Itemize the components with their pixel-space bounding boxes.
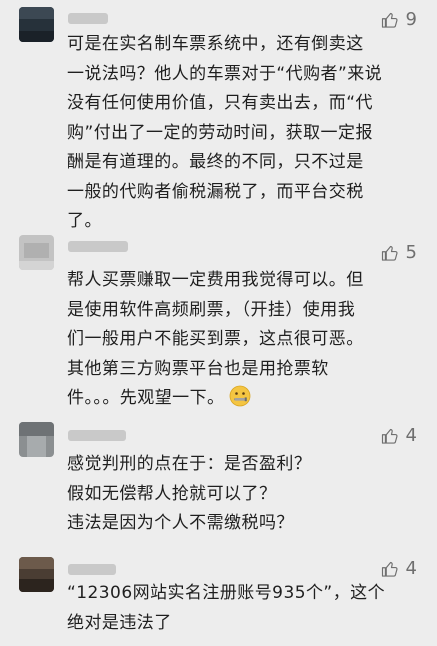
avatar-image xyxy=(19,7,54,42)
like-count: 9 xyxy=(405,9,417,30)
comment-line: 是使用软件高频刷票，（开挂）使用我 xyxy=(67,299,356,320)
comment-line: 一说法吗？他人的车票对于“代购者”来说 xyxy=(67,63,383,84)
comment-line: “12306网站实名注册账号935个”，这个 xyxy=(67,583,386,603)
comment-line: 违法是因为个人不需缴税吗？ xyxy=(67,513,294,533)
comment-text: “12306网站实名注册账号935个”，这个 绝对是违法了 xyxy=(67,579,417,638)
comment-line-text: 件。。。先观望一下。 xyxy=(67,388,225,408)
avatar-image xyxy=(19,235,54,270)
comment-text: 感觉判刑的点在于：是否盈利？ 假如无偿帮人抢就可以了？ 违法是因为个人不需缴税吗… xyxy=(67,450,417,539)
comment-line: 可是在实名制车票系统中，还有倒卖这 xyxy=(67,34,364,54)
comment-line: 没有任何使用价值，只有卖出去，而“代 xyxy=(67,93,373,113)
thumbs-up-icon xyxy=(381,428,398,444)
comment-line: 一般的代购者偷税漏税了，而平台交税 xyxy=(67,181,364,202)
avatar-image xyxy=(19,422,54,457)
comment-line: 假如无偿帮人抢就可以了？ xyxy=(67,483,277,504)
username-blurred[interactable] xyxy=(68,241,128,252)
comment-line: 帮人买票赚取一定费用我觉得可以。但 xyxy=(67,270,364,290)
like-count: 5 xyxy=(405,242,417,263)
username-blurred[interactable] xyxy=(68,564,116,575)
comment-text: 帮人买票赚取一定费用我觉得可以。但 是使用软件高频刷票，（开挂）使用我 们一般用… xyxy=(67,266,417,414)
comment-text: 可是在实名制车票系统中，还有倒卖这 一说法吗？他人的车票对于“代购者”来说 没有… xyxy=(67,30,417,237)
avatar[interactable] xyxy=(19,7,54,42)
comment-line: 其他第三方购票平台也是用抢票软 xyxy=(67,358,329,379)
avatar[interactable] xyxy=(19,422,54,457)
comment-2: 5 帮人买票赚取一定费用我觉得可以。但 是使用软件高频刷票，（开挂）使用我 们一… xyxy=(0,220,437,410)
zipper-mouth-emoji-icon xyxy=(229,385,251,407)
comment-3: 4 感觉判刑的点在于：是否盈利？ 假如无偿帮人抢就可以了？ 违法是因为个人不需缴… xyxy=(0,410,437,550)
thumbs-up-icon xyxy=(381,12,398,28)
like-button[interactable]: 9 xyxy=(380,9,417,31)
comment-line: 绝对是违法了 xyxy=(67,612,172,633)
thumbs-up-icon xyxy=(381,245,398,261)
like-button[interactable]: 4 xyxy=(380,425,417,447)
like-button[interactable]: 4 xyxy=(380,558,417,580)
avatar[interactable] xyxy=(19,557,54,592)
like-count: 4 xyxy=(405,425,417,446)
username-blurred[interactable] xyxy=(68,430,126,441)
comment-line: 酬是有道理的。最终的不同，只不过是 xyxy=(67,152,364,172)
comment-line: 感觉判刑的点在于：是否盈利？ xyxy=(67,454,312,474)
comment-1: 9 可是在实名制车票系统中，还有倒卖这 一说法吗？他人的车票对于“代购者”来说 … xyxy=(0,0,437,231)
comment-4: 4 “12306网站实名注册账号935个”，这个 绝对是违法了 xyxy=(0,550,437,646)
like-button[interactable]: 5 xyxy=(380,242,417,264)
comment-line: 们一般用户不能买到票，这点很可恶。 xyxy=(67,329,364,349)
comment-feed: 9 可是在实名制车票系统中，还有倒卖这 一说法吗？他人的车票对于“代购者”来说 … xyxy=(0,0,437,646)
avatar-image xyxy=(19,557,54,592)
like-count: 4 xyxy=(405,558,417,579)
comment-line: 购”付出了一定的劳动时间，获取一定报 xyxy=(67,122,373,143)
thumbs-up-icon xyxy=(381,561,398,577)
username-blurred[interactable] xyxy=(68,13,108,24)
avatar[interactable] xyxy=(19,235,54,270)
